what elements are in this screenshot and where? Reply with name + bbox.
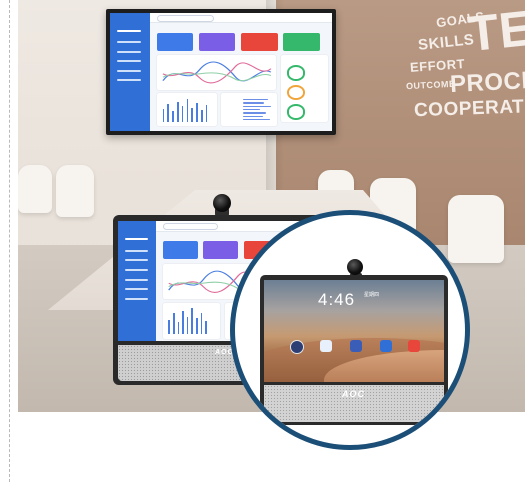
progress-ring <box>286 104 306 120</box>
hbar <box>243 102 265 104</box>
line-chart-panel <box>156 55 277 90</box>
clock-date: 星期四 <box>364 292 379 299</box>
app-icon <box>408 340 420 352</box>
product-closeup-circle: 4:46 星期四 AOC <box>230 210 470 450</box>
dashed-border <box>9 0 10 482</box>
bar-chart-panel <box>156 93 217 127</box>
search-pill <box>157 15 214 23</box>
sidebar-item <box>124 249 148 252</box>
chair <box>448 195 504 263</box>
bar <box>167 104 169 123</box>
hbar <box>243 118 270 121</box>
chair <box>18 165 52 213</box>
bar <box>181 106 184 123</box>
brand-logo: AOC <box>342 389 365 399</box>
clock-weekday: 星期四 <box>364 292 380 298</box>
sidebar-item <box>117 50 142 53</box>
sidebar-item <box>117 41 142 44</box>
app-icon <box>380 340 392 352</box>
sidebar-item <box>124 269 148 271</box>
bar <box>186 317 189 335</box>
hbar <box>243 105 271 107</box>
sidebar-item <box>124 278 148 281</box>
kpi-card <box>162 241 198 260</box>
sidebar-item <box>117 69 142 72</box>
hbar <box>243 99 269 101</box>
bar-chart-panel <box>162 302 221 339</box>
wall-word-cooperation: COOPERATIO <box>413 95 525 122</box>
device-closeup: 4:46 星期四 AOC <box>260 275 448 425</box>
line-chart <box>161 62 272 84</box>
dashboard-header <box>149 13 332 24</box>
search-pill <box>163 223 218 231</box>
kpi-card <box>156 33 194 51</box>
bar <box>205 105 208 123</box>
ring-stats-panel <box>280 55 328 122</box>
bar <box>177 321 180 335</box>
bar <box>200 109 203 123</box>
dashboard-sidebar <box>118 221 157 341</box>
kpi-card <box>283 33 320 51</box>
webcam <box>213 194 231 212</box>
app-icon <box>290 340 304 354</box>
sidebar-item <box>124 237 148 240</box>
progress-ring <box>286 85 306 101</box>
app-icon <box>350 340 362 352</box>
bar <box>186 99 189 123</box>
sidebar-item <box>124 288 148 291</box>
bar <box>162 109 165 123</box>
chair <box>56 165 94 217</box>
wall-tv <box>106 9 336 135</box>
bar <box>182 310 184 335</box>
hbar <box>243 109 260 111</box>
sidebar-item <box>117 29 142 32</box>
bar <box>205 320 207 335</box>
wall-word-tea: TEA <box>465 0 525 63</box>
kpi-card <box>203 241 239 260</box>
hbar-chart-panel <box>221 93 277 127</box>
bar <box>191 107 193 123</box>
bar <box>168 319 170 335</box>
home-screen: 4:46 星期四 <box>264 280 444 382</box>
bar <box>176 101 179 123</box>
bar <box>172 110 174 123</box>
sidebar-item <box>117 60 142 63</box>
hbar <box>243 112 267 114</box>
dashboard-screen <box>110 13 332 131</box>
bar <box>196 103 198 123</box>
bar <box>196 318 198 335</box>
progress-ring <box>286 65 306 81</box>
bar <box>200 313 203 335</box>
clock-time: 4:46 <box>318 290 356 309</box>
dashboard-sidebar <box>110 13 150 131</box>
sidebar-item <box>124 297 148 300</box>
kpi-card <box>240 33 278 51</box>
bar <box>191 308 193 335</box>
webcam <box>347 259 363 275</box>
hbar <box>243 115 263 117</box>
bar <box>173 312 175 335</box>
sidebar-item <box>117 79 142 82</box>
app-icon <box>320 340 332 352</box>
kpi-card <box>198 33 236 51</box>
wall-word-process: PROCESS <box>449 64 525 99</box>
sidebar-item <box>124 259 148 262</box>
